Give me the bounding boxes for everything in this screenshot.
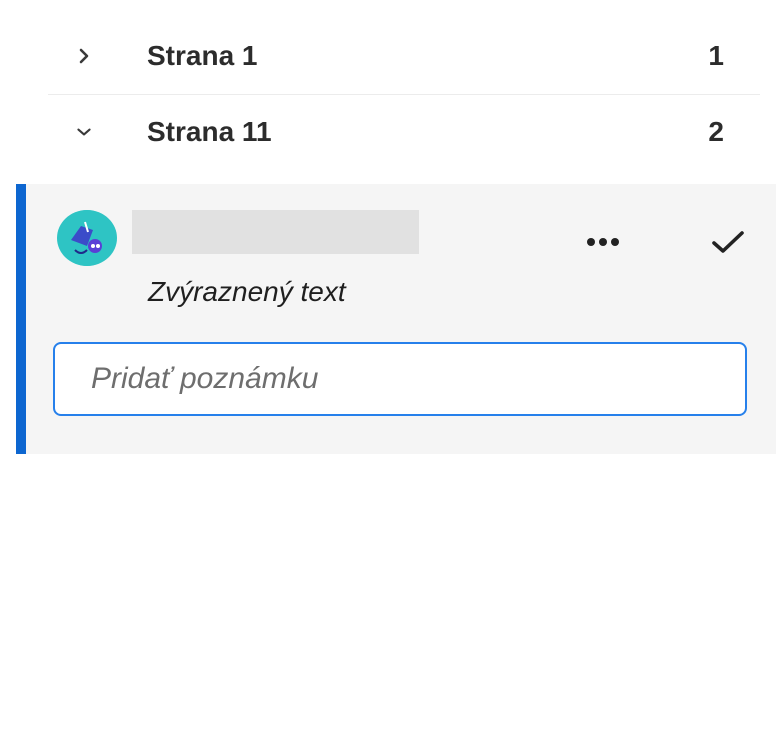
user-avatar: [57, 210, 117, 266]
more-options-button[interactable]: [570, 226, 636, 258]
more-horizontal-icon-dot: [611, 238, 619, 246]
section-comment-count: 2: [708, 116, 724, 147]
checkmark-icon: [712, 231, 744, 253]
page-section-strana-1[interactable]: Strana 1 1: [48, 18, 760, 95]
chevron-down-icon[interactable]: [76, 124, 92, 140]
resolve-comment-button[interactable]: [706, 224, 750, 260]
section-comment-count: 1: [708, 40, 724, 71]
author-name-redacted: [132, 210, 419, 254]
more-horizontal-icon: [587, 238, 595, 246]
add-note-input[interactable]: [53, 342, 747, 416]
section-title: Strana 1: [147, 40, 258, 71]
comment-card[interactable]: Zvýraznený text: [16, 184, 776, 454]
chevron-right-icon[interactable]: [76, 48, 92, 64]
more-horizontal-icon-dot: [599, 238, 607, 246]
comment-type-label: Zvýraznený text: [148, 276, 346, 307]
comments-panel: Strana 1 1 Strana 11 2 Zvýraznený text P…: [0, 0, 776, 736]
page-section-strana-11[interactable]: Strana 11 2: [48, 94, 760, 170]
section-title: Strana 11: [147, 116, 272, 147]
